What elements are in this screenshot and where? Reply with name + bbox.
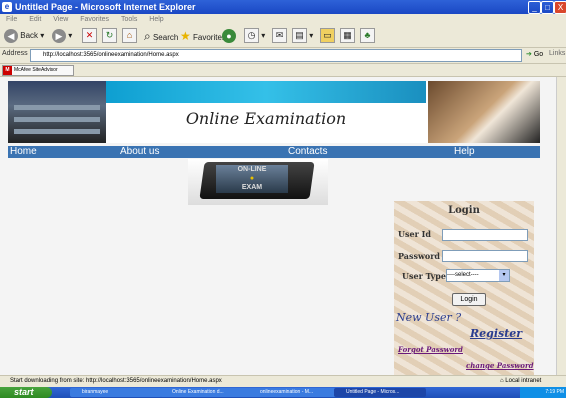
nav-contacts[interactable]: Contacts <box>288 146 327 158</box>
task-folder[interactable]: biranmayee <box>70 388 162 397</box>
login-panel: Login User Id Password User Type ----sel… <box>394 201 534 375</box>
address-label: Address <box>2 50 28 57</box>
new-user-text: New User ? <box>396 311 462 324</box>
browser-window: e Untitled Page - Microsoft Internet Exp… <box>0 0 566 398</box>
task-visual-studio[interactable]: onlineexamination - M... <box>248 388 340 397</box>
online-exam-image: ON-LINE ● EXAM <box>188 159 328 205</box>
change-password-link[interactable]: change Password <box>466 361 534 370</box>
taskbar: start biranmayee Online Examination d...… <box>0 387 566 398</box>
user-type-select[interactable]: ----select---- ▾ <box>446 269 510 282</box>
refresh-icon[interactable]: ↻ <box>102 28 117 44</box>
user-id-label: User Id <box>398 229 431 239</box>
user-id-input[interactable] <box>442 229 528 241</box>
minimize-button[interactable]: _ <box>528 1 541 14</box>
status-message: Start downloading from site: http://loca… <box>10 378 222 384</box>
menu-view[interactable]: View <box>53 16 68 23</box>
clock: 7:19 PM <box>545 389 564 395</box>
user-type-label: User Type <box>402 271 446 281</box>
folder-icon[interactable]: ▭ <box>320 28 335 44</box>
go-label: Go <box>533 51 544 58</box>
search-label: Search <box>152 33 179 42</box>
lab-photo <box>8 81 106 143</box>
status-bar: Start downloading from site: http://loca… <box>0 375 566 387</box>
student-photo <box>428 81 540 143</box>
links-button[interactable]: Links <box>549 50 565 57</box>
mcafee-logo-icon: M <box>3 66 12 75</box>
print-icon[interactable]: ▤ ▾ <box>292 28 313 44</box>
favorites-label: Favorites <box>193 33 226 42</box>
go-button[interactable]: ➔ Go <box>526 50 543 58</box>
favorites-button[interactable]: ★ Favorites <box>180 28 226 44</box>
stop-icon[interactable]: ✕ <box>82 28 97 44</box>
research-icon[interactable]: ▦ <box>340 28 355 44</box>
task-online-exam[interactable]: Online Examination d... <box>160 388 254 397</box>
menu-bar: File Edit View Favorites Tools Help <box>0 14 566 25</box>
menu-file[interactable]: File <box>6 16 17 23</box>
search-button[interactable]: ⌕ Search <box>144 28 178 44</box>
task-ie[interactable]: Untitled Page - Micros... <box>334 388 426 397</box>
maximize-button[interactable]: □ <box>541 1 554 14</box>
menu-help[interactable]: Help <box>149 16 163 23</box>
exam-text-top: ON-LINE <box>237 166 267 173</box>
address-url: http://localhost:3565/onlineexamination/… <box>43 52 179 58</box>
start-button[interactable]: start <box>0 387 52 398</box>
messenger-icon[interactable]: ♣ <box>360 28 375 44</box>
exam-text-bottom: EXAM <box>241 184 263 191</box>
title-bar: e Untitled Page - Microsoft Internet Exp… <box>0 0 566 14</box>
register-link[interactable]: Register <box>470 327 522 340</box>
exam-screen: ON-LINE ● EXAM <box>216 165 288 193</box>
user-type-value: ----select---- <box>447 272 479 278</box>
window-title: Untitled Page - Microsoft Internet Explo… <box>15 2 196 12</box>
status-zone: ⌂ Local intranet <box>500 376 541 387</box>
menu-favorites[interactable]: Favorites <box>80 16 109 23</box>
nav-help[interactable]: Help <box>454 146 475 158</box>
mcafee-toolbar: M McAfee SiteAdvisor <box>0 64 566 77</box>
status-zone-label: Local intranet <box>505 378 542 384</box>
address-bar: Address http://localhost:3565/onlineexam… <box>0 48 566 64</box>
menu-tools[interactable]: Tools <box>121 16 137 23</box>
mcafee-button[interactable]: M McAfee SiteAdvisor <box>2 65 74 76</box>
vertical-scrollbar[interactable] <box>556 77 566 375</box>
go-arrow-icon: ➔ <box>526 51 532 58</box>
intranet-icon: ⌂ <box>500 378 504 384</box>
site-title: Online Examination <box>185 109 347 128</box>
close-button[interactable]: X <box>554 1 566 14</box>
back-arrow-icon: ◀ <box>4 28 18 43</box>
star-icon: ★ <box>180 29 191 43</box>
nav-home[interactable]: Home <box>10 146 37 158</box>
forward-button[interactable]: ▶ ▾ <box>52 28 72 44</box>
mail-icon[interactable]: ✉ <box>272 28 287 44</box>
forward-arrow-icon: ▶ <box>52 28 66 43</box>
menu-edit[interactable]: Edit <box>29 16 41 23</box>
toolbar: ◀ Back ▾ ▶ ▾ ✕ ↻ ⌂ ⌕ Search ★ Favorites … <box>0 25 566 48</box>
media-icon[interactable]: ● <box>222 28 236 44</box>
ie-icon: e <box>2 2 12 12</box>
home-icon[interactable]: ⌂ <box>122 28 137 44</box>
password-label: Password <box>398 251 441 261</box>
back-label: Back <box>20 31 39 40</box>
nav-about-us[interactable]: About us <box>120 146 159 158</box>
chevron-down-icon: ▾ <box>499 270 509 281</box>
web-page: Online Examination Home About us Contact… <box>0 77 556 375</box>
system-tray: 7:19 PM <box>520 387 566 398</box>
forgot-password-link[interactable]: Forgot Password <box>398 345 463 354</box>
nav-bar: Home About us Contacts Help <box>8 146 540 158</box>
site-banner: Online Examination <box>8 81 540 143</box>
back-button[interactable]: ◀ Back ▾ <box>4 28 44 44</box>
mcafee-label: McAfee SiteAdvisor <box>14 67 58 73</box>
address-input[interactable]: http://localhost:3565/onlineexamination/… <box>30 49 522 62</box>
history-icon[interactable]: ◷ ▾ <box>244 28 265 44</box>
search-icon: ⌕ <box>144 29 151 43</box>
login-heading: Login <box>448 205 480 216</box>
banner-center: Online Examination <box>106 81 426 143</box>
wave-graphic <box>106 81 426 103</box>
password-input[interactable] <box>442 250 528 262</box>
login-button[interactable]: Login <box>452 293 486 306</box>
exam-text-mid: ● <box>249 175 255 182</box>
